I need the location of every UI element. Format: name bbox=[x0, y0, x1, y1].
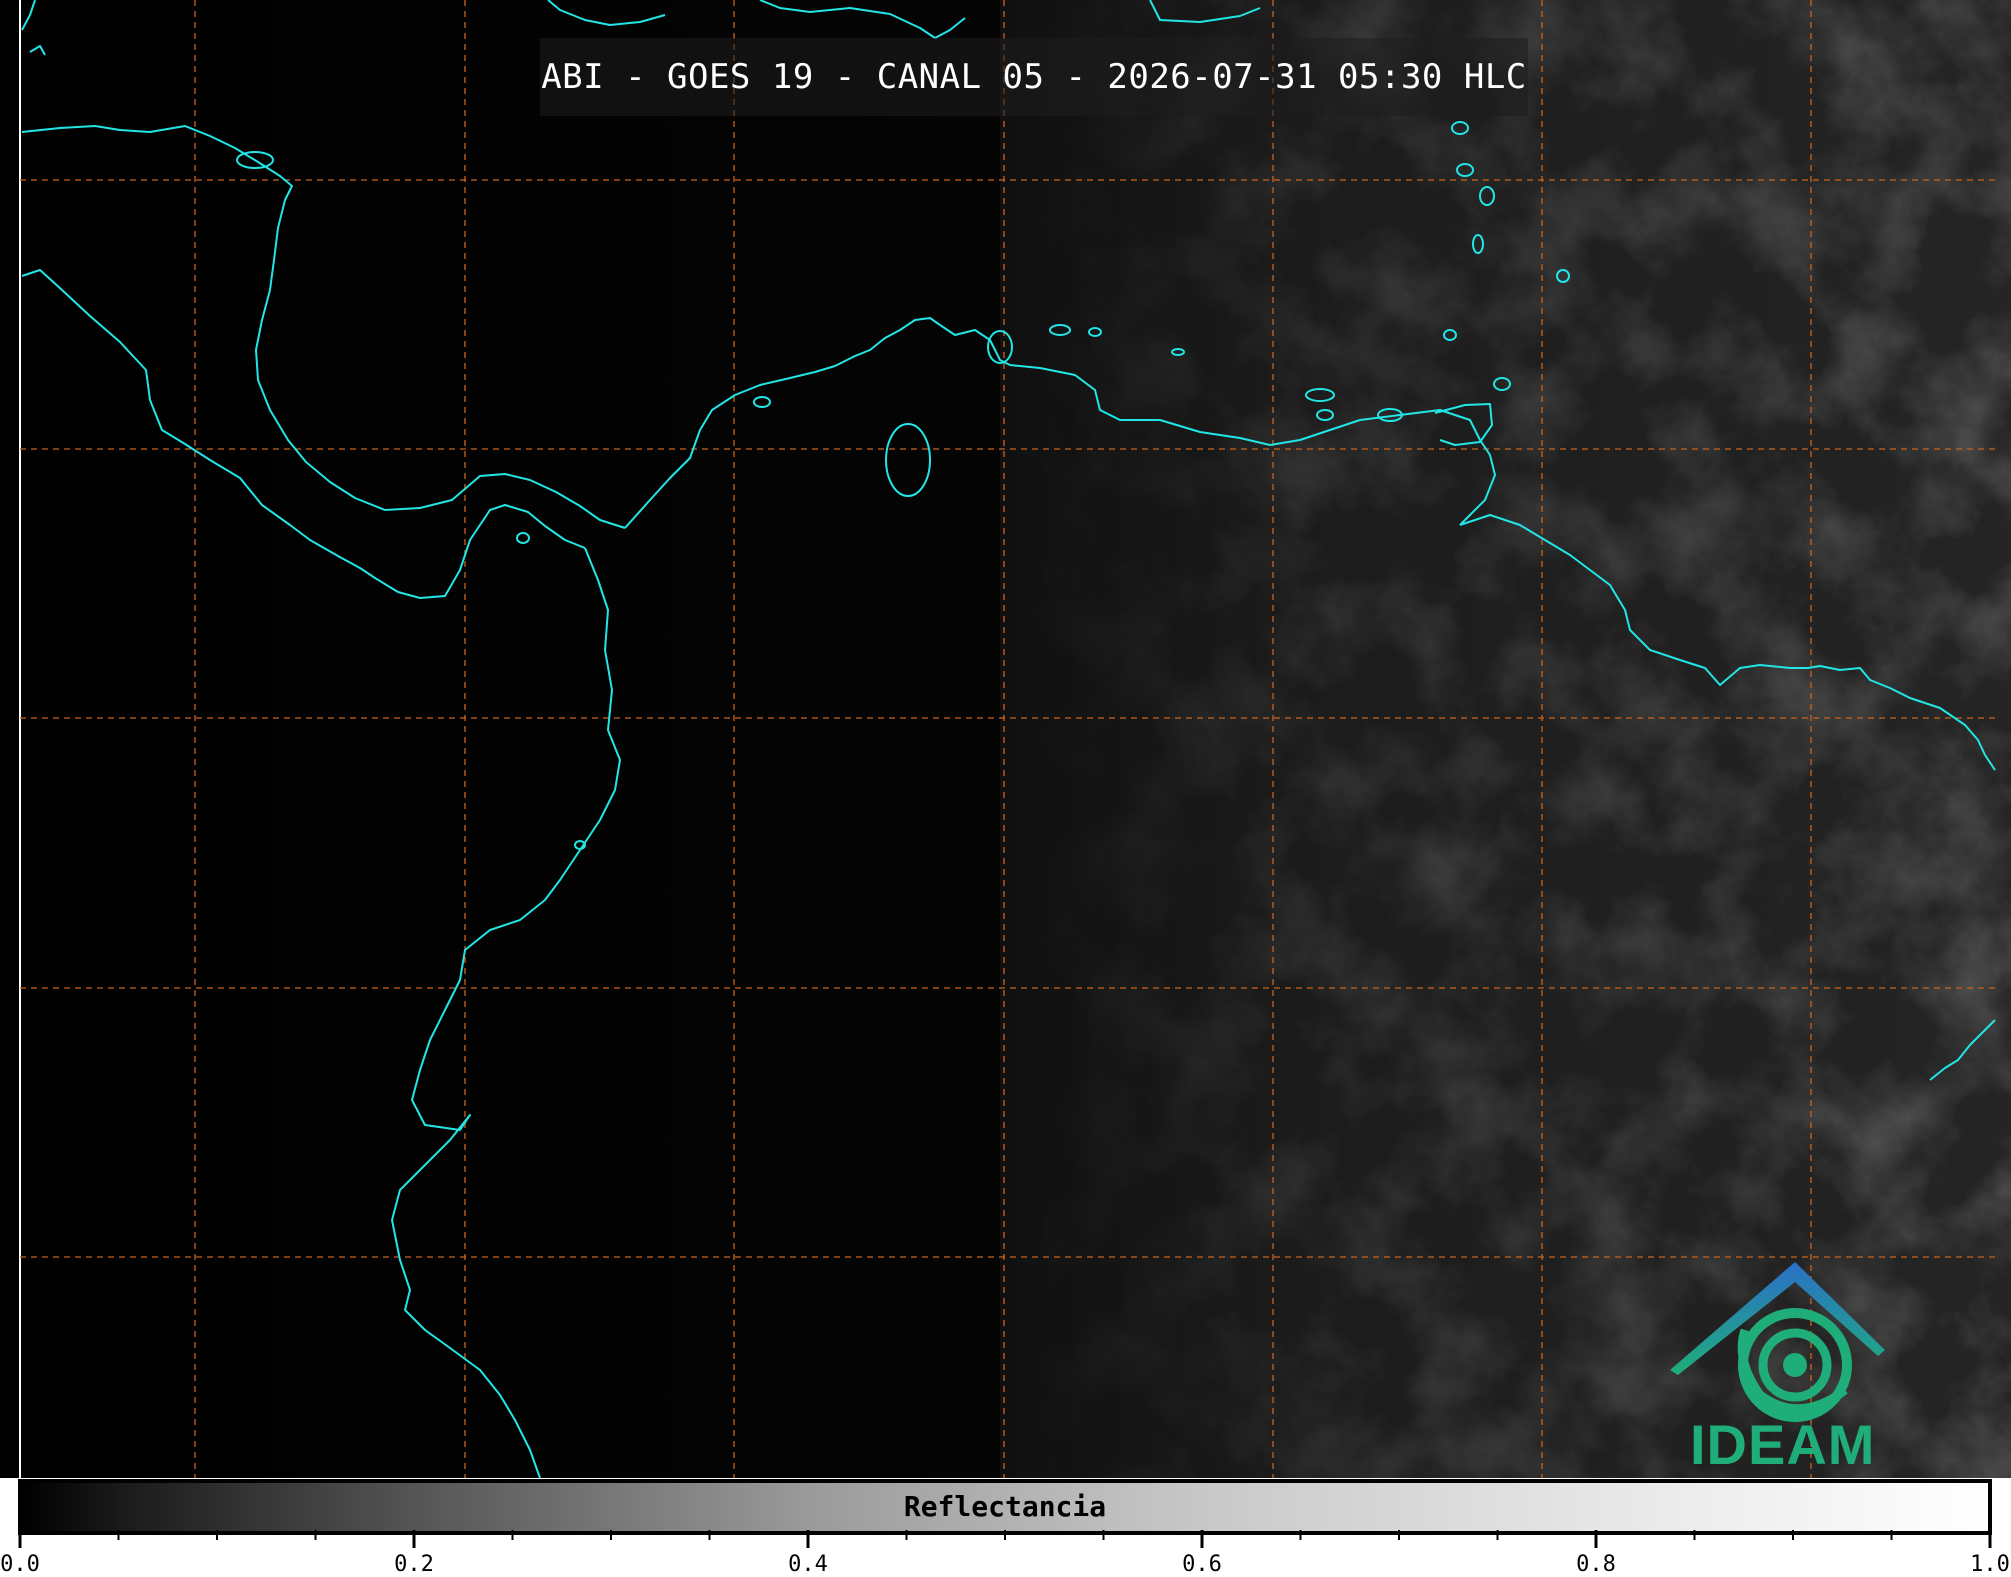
colorbar-tick-label: 0.6 bbox=[1182, 1552, 1222, 1577]
colorbar-tick-label: 0.2 bbox=[394, 1552, 434, 1577]
colorbar-ticks bbox=[18, 1530, 1992, 1548]
logo-text: IDEAM bbox=[1690, 1413, 1876, 1476]
colorbar-tick-label: 0.8 bbox=[1576, 1552, 1616, 1577]
colorbar-tick-label: 1.0 bbox=[1970, 1552, 2010, 1577]
map-title: ABI - GOES 19 - CANAL 05 - 2026-07-31 05… bbox=[541, 57, 1527, 97]
cloud-field bbox=[0, 0, 2011, 1478]
colorbar-tick-label: 0.4 bbox=[788, 1552, 828, 1577]
colorbar-label: Reflectancia bbox=[903, 1490, 1107, 1523]
colorbar-tick-label: 0.0 bbox=[0, 1552, 40, 1577]
satellite-map bbox=[0, 0, 2011, 1478]
